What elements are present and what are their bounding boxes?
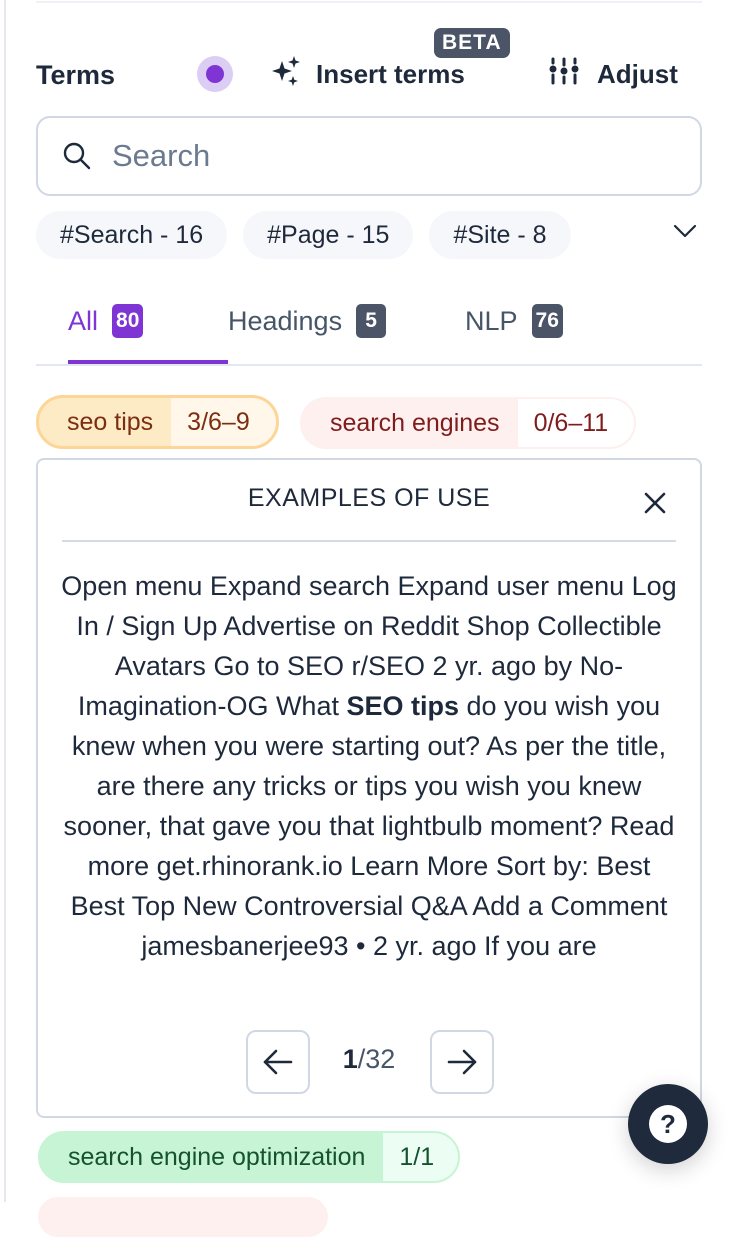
adjust-label: Adjust <box>597 58 678 89</box>
arrow-left-icon <box>263 1049 293 1075</box>
top-divider <box>36 1 702 3</box>
search-icon <box>63 142 91 170</box>
insert-terms-button[interactable]: Insert terms <box>270 55 465 94</box>
term-name: search engine optimization <box>68 1142 366 1171</box>
page-indicator: 1/32 <box>308 1044 430 1075</box>
current-page: 1 <box>342 1044 358 1074</box>
previous-example-button[interactable] <box>246 1030 310 1094</box>
adjust-button[interactable]: Adjust <box>549 56 678 92</box>
search-input[interactable] <box>110 137 674 175</box>
panel-title: EXAMPLES OF USE <box>247 484 491 512</box>
status-dot-icon <box>197 56 233 92</box>
term-count: 0/6–11 <box>517 399 635 447</box>
total-pages: /32 <box>357 1044 396 1074</box>
term-count: 1/1 <box>383 1133 459 1181</box>
insert-terms-label: Insert terms <box>316 58 465 89</box>
filter-chips: #Search - 16 #Page - 15 #Site - 8 <box>36 211 571 259</box>
terms-title: Terms <box>36 60 116 90</box>
sparkles-icon <box>270 55 302 94</box>
term-chip[interactable]: search engines 0/6–11 <box>300 397 637 449</box>
term-chip-complete[interactable]: search engine optimization 1/1 <box>38 1131 461 1183</box>
next-example-button[interactable] <box>430 1030 494 1094</box>
tab-count-badge: 76 <box>531 304 563 338</box>
beta-badge: BETA <box>434 28 510 58</box>
examples-of-use-panel: EXAMPLES OF USE Open menu Expand search … <box>36 458 702 1118</box>
tab-label: NLP <box>465 306 518 336</box>
tab-headings[interactable]: Headings 5 <box>228 296 387 362</box>
term-name: search engines <box>330 408 500 437</box>
filter-chip[interactable]: #Search - 16 <box>36 211 228 259</box>
help-button[interactable]: ? <box>628 1084 708 1164</box>
tab-label: Headings <box>228 306 343 336</box>
tab-nlp[interactable]: NLP 76 <box>465 296 563 362</box>
term-name: seo tips <box>67 407 154 436</box>
arrow-right-icon <box>447 1049 477 1075</box>
search-box[interactable] <box>36 116 702 196</box>
term-tabs: All 80 Headings 5 NLP 76 <box>36 296 702 366</box>
example-text-after: do you wish you knew when you were start… <box>63 691 675 961</box>
panel-left-border <box>4 0 6 1202</box>
sliders-icon <box>549 56 579 93</box>
example-text: Open menu Expand search Expand user menu… <box>58 566 680 966</box>
tab-label: All <box>68 306 99 336</box>
panel-divider <box>62 540 676 542</box>
term-chip-partial[interactable] <box>38 1197 328 1237</box>
tab-count-badge: 80 <box>112 304 144 338</box>
term-count: 3/6–9 <box>171 398 276 446</box>
filter-chip[interactable]: #Site - 8 <box>429 211 571 259</box>
chevron-down-icon[interactable] <box>672 220 698 242</box>
terms-header: Terms BETA Insert terms Adjust <box>36 28 702 98</box>
close-icon[interactable] <box>642 490 668 516</box>
svg-text:?: ? <box>660 1109 676 1139</box>
filter-chip[interactable]: #Page - 15 <box>243 211 414 259</box>
tab-count-badge: 5 <box>356 304 387 338</box>
example-pager: 1/32 <box>38 1030 700 1094</box>
question-mark-icon: ? <box>649 1105 687 1143</box>
term-chip-selected[interactable]: seo tips 3/6–9 <box>36 395 279 449</box>
tab-all[interactable]: All 80 <box>68 296 229 364</box>
example-highlight: SEO tips <box>346 691 459 721</box>
